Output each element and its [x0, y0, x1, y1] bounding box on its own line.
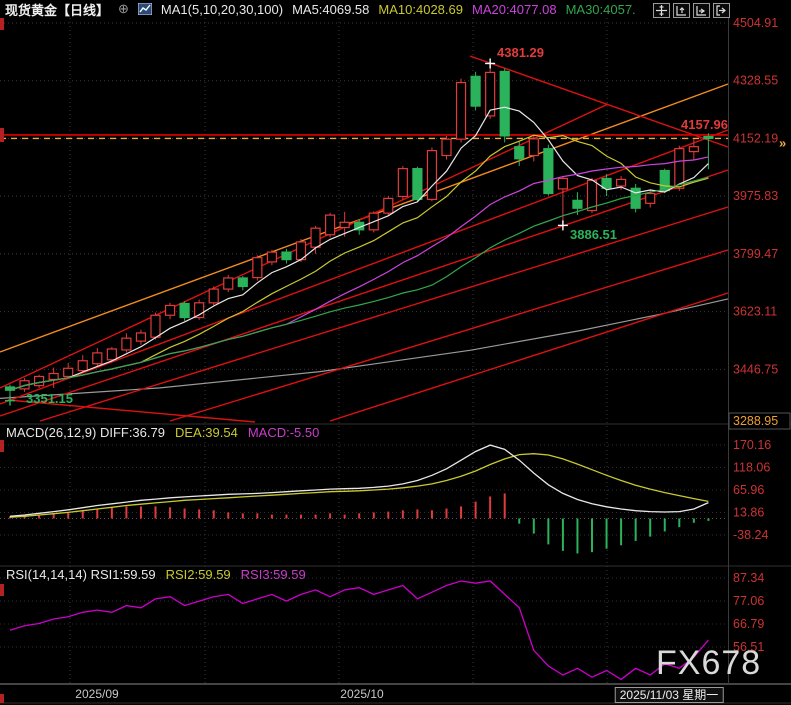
price-axis-label: 3446.75 [733, 362, 778, 376]
price-axis-label: 77.06 [733, 594, 764, 608]
x-axis-date-tag: 2025/11/03 星期一 [615, 687, 724, 703]
svg-text:4381.29: 4381.29 [497, 45, 544, 60]
price-axis-label: 87.34 [733, 571, 764, 585]
x-axis-label: 2025/10 [340, 687, 383, 701]
rsi2-value: RSI2:59.59 [166, 567, 231, 582]
rsi-header: RSI(14,14,14) RSI1:59.59 RSI2:59.59 RSI3… [6, 567, 306, 582]
rsi3-value: RSI3:59.59 [241, 567, 306, 582]
chart-header: 现货黄金【日线】 ⊕ MA1(5,10,20,30,100) MA5:4069.… [5, 1, 636, 17]
price-axis-label: 4504.91 [733, 16, 778, 30]
ma20-value: MA20:4077.08 [472, 2, 557, 17]
svg-text:3886.51: 3886.51 [570, 227, 617, 242]
fx678-watermark: FX678 [656, 644, 761, 683]
price-axis-label: 13.86 [733, 506, 764, 520]
x-axis-label: 2025/09 [75, 687, 118, 701]
ma30-value: MA30:4057. [566, 2, 636, 17]
price-axis-label: -38.24 [733, 528, 768, 542]
line-chart-icon [138, 3, 152, 15]
rsi-params: RSI(14,14,14) RSI1:59.59 [6, 567, 156, 582]
macd-dea-value: DEA:39.54 [175, 425, 238, 440]
price-axis-label: 4152.19 [733, 131, 778, 145]
ma5-value: MA5:4069.58 [292, 2, 369, 17]
svg-text:3351.15: 3351.15 [26, 391, 73, 406]
current-price-marker-icon: » [779, 135, 786, 150]
chart-toolbar [653, 3, 730, 18]
price-axis-label: 66.79 [733, 617, 764, 631]
price-axis-label: 3623.11 [733, 305, 777, 319]
macd-header: MACD(26,12,9) DIFF:36.79 DEA:39.54 MACD:… [6, 425, 319, 440]
price-axis-label: 3799.47 [733, 247, 778, 261]
instrument-title: 现货黄金【日线】 [5, 0, 109, 19]
price-axis-label: 3288.95 [733, 414, 778, 428]
macd-macd-value: MACD:-5.50 [248, 425, 320, 440]
ma-settings-label: MA1(5,10,20,30,100) [161, 2, 283, 17]
macd-params: MACD(26,12,9) DIFF:36.79 [6, 425, 165, 440]
price-axis-label: 4328.55 [733, 74, 778, 88]
price-axis-label: 65.96 [733, 483, 764, 497]
svg-text:4157.96: 4157.96 [681, 117, 728, 132]
price-axis-label: 118.06 [733, 461, 770, 475]
circle-plus-icon[interactable]: ⊕ [118, 1, 129, 17]
chart-canvas[interactable]: 4381.29 3886.51 3351.15 4157.96 4504.91 4328.… [0, 0, 791, 705]
pane-layout-up-icon[interactable] [673, 3, 690, 18]
trading-app-window: 4381.29 3886.51 3351.15 4157.96 4504.91 4328.… [0, 0, 791, 705]
price-axis-label: 170.16 [733, 438, 771, 452]
price-axis-label: 3975.83 [733, 189, 778, 203]
crosshair-icon[interactable] [653, 3, 670, 18]
pane-layout-right-icon[interactable] [693, 3, 710, 18]
ma10-value: MA10:4028.69 [378, 2, 463, 17]
pane-exit-icon[interactable] [713, 3, 730, 18]
